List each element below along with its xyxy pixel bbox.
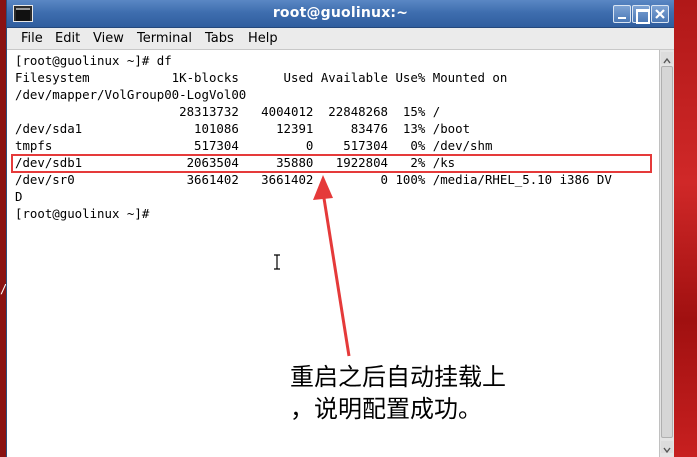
annotation-line: ，说明配置成功。 — [290, 395, 482, 423]
annotation-text: 重启之后自动挂载上 ，说明配置成功。 — [290, 361, 580, 425]
annotation-line: 重启之后自动挂载上 — [290, 363, 506, 391]
